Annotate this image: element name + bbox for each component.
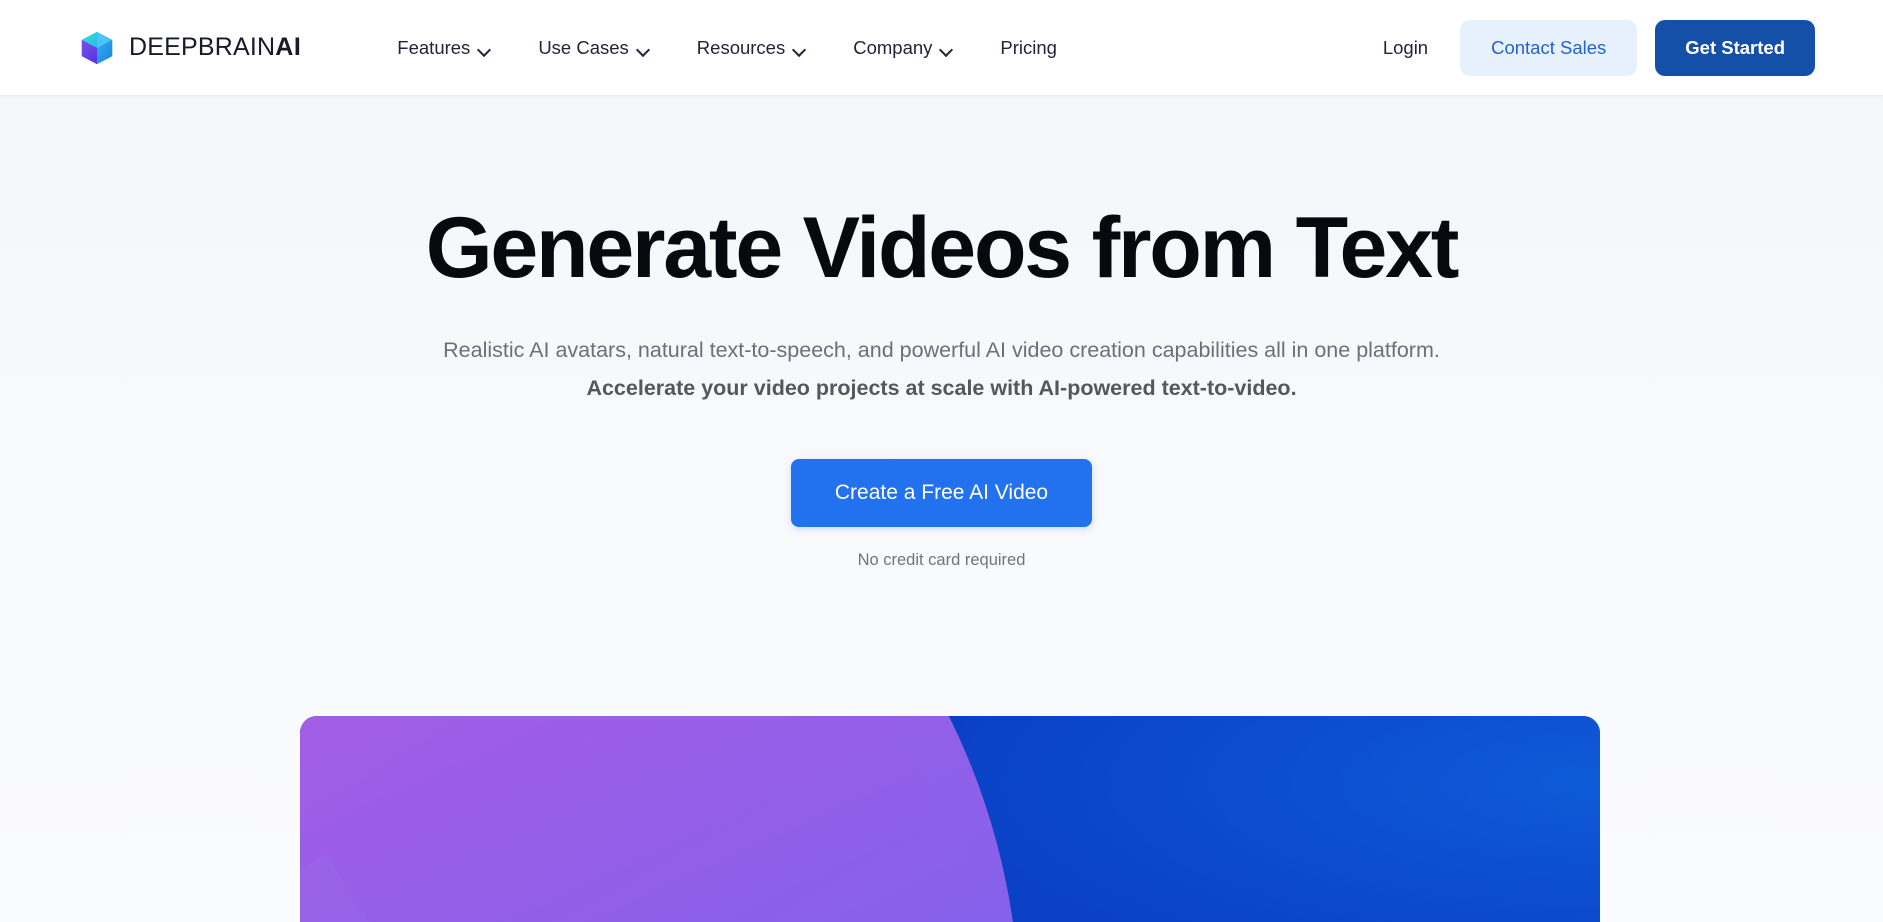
chevron-down-icon bbox=[941, 45, 952, 52]
nav-label-features: Features bbox=[397, 36, 471, 58]
nav-item-features[interactable]: Features bbox=[373, 27, 514, 69]
hero-subtitle-line1: Realistic AI avatars, natural text-to-sp… bbox=[443, 338, 1440, 363]
brand-logo-link[interactable]: DEEPBRAINAI bbox=[78, 29, 301, 67]
brand-name-main: DEEPBRAIN bbox=[129, 33, 276, 61]
brand-name: DEEPBRAINAI bbox=[129, 33, 301, 62]
nav-item-pricing[interactable]: Pricing bbox=[976, 27, 1081, 69]
hero-gradient-banner bbox=[300, 716, 1600, 922]
nav-item-resources[interactable]: Resources bbox=[673, 27, 829, 69]
contact-sales-button[interactable]: Contact Sales bbox=[1460, 19, 1638, 76]
chevron-down-icon bbox=[638, 45, 649, 52]
page-title: Generate Videos from Text bbox=[425, 200, 1460, 296]
hero-cta-group: Create a Free AI Video No credit card re… bbox=[0, 459, 1883, 570]
hero-subtitle-line2: Accelerate your video projects at scale … bbox=[586, 375, 1297, 400]
nav-label-company: Company bbox=[853, 36, 933, 58]
header-actions: Login Contact Sales Get Started bbox=[1369, 19, 1815, 76]
chevron-down-icon bbox=[794, 45, 805, 52]
login-link[interactable]: Login bbox=[1369, 27, 1442, 69]
no-credit-card-note: No credit card required bbox=[857, 551, 1026, 570]
hero-section: Generate Videos from Text Realistic AI a… bbox=[0, 95, 1883, 922]
create-free-ai-video-button[interactable]: Create a Free AI Video bbox=[790, 459, 1093, 528]
deepbrain-cube-logo-icon bbox=[78, 29, 116, 67]
site-header: DEEPBRAINAI Features Use Cases Resources… bbox=[0, 0, 1883, 95]
nav-label-use-cases: Use Cases bbox=[538, 36, 629, 58]
nav-item-company[interactable]: Company bbox=[829, 27, 976, 69]
hero-banner-purple-swoosh bbox=[300, 716, 1020, 922]
brand-name-suffix: AI bbox=[275, 33, 302, 61]
main-navigation: Features Use Cases Resources Company Pri… bbox=[373, 27, 1081, 69]
nav-item-use-cases[interactable]: Use Cases bbox=[514, 27, 672, 69]
chevron-down-icon bbox=[479, 45, 490, 52]
nav-label-pricing: Pricing bbox=[1000, 36, 1057, 58]
nav-label-resources: Resources bbox=[696, 36, 786, 58]
get-started-button[interactable]: Get Started bbox=[1655, 19, 1815, 76]
